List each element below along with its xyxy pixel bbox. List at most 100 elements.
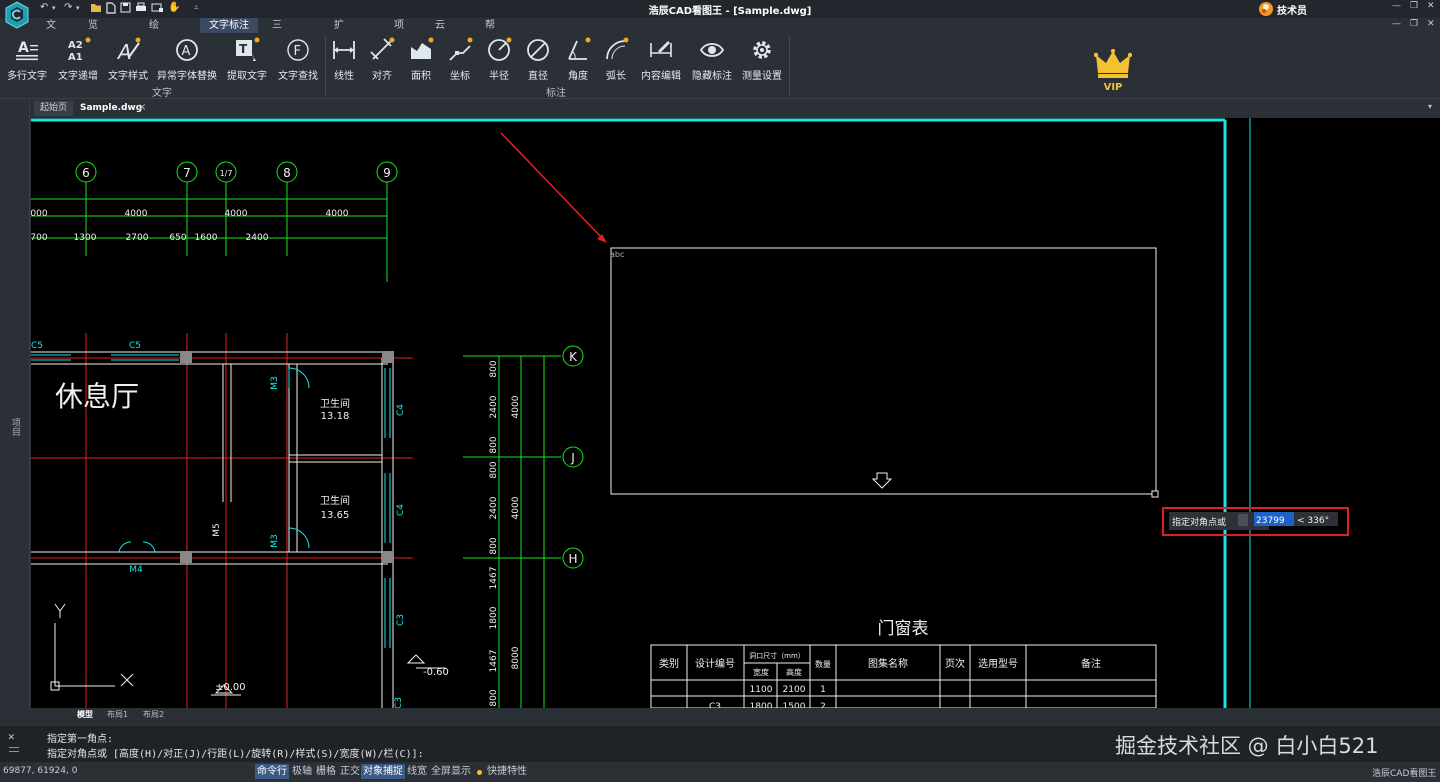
mtext-tool[interactable]: A 多行文字 (4, 35, 50, 83)
dim-text: 800 (489, 537, 499, 554)
text-style-icon: A (116, 37, 141, 63)
menu-project[interactable]: 项目 (390, 18, 408, 46)
dim-text: 2400 (489, 395, 499, 418)
title-bar: ↶ ▾ ↷ ▾ ✋ ⩡ 浩辰CAD看图王 - [Sample.dwg] 技术员 … (0, 0, 1440, 29)
watermark: 掘金技术社区 @ 白小白521 (1115, 734, 1379, 758)
dynamic-input-toggle-icon[interactable] (1238, 514, 1248, 526)
dim-text: 2400 (489, 496, 499, 519)
tab-model[interactable]: 模型 (71, 709, 99, 722)
toggle-quick-properties[interactable]: 快捷特性 (485, 764, 529, 779)
find-text-tool[interactable]: F 文字查找 (275, 35, 321, 83)
project-panel-tab[interactable]: 项目 (8, 418, 22, 436)
table-cell: 2 (820, 702, 826, 708)
menu-extend-tools[interactable]: 扩展工具 (330, 18, 348, 76)
area-tool[interactable]: 面积 (405, 35, 437, 83)
toggle-ortho[interactable]: 正交 (338, 764, 362, 779)
font-replace-tool[interactable]: A 异常字体替换 (156, 35, 218, 83)
grip-handle[interactable] (1151, 490, 1159, 498)
axis-label: K (569, 350, 578, 364)
toggle-object-snap[interactable]: 对象捕捉 (361, 764, 405, 779)
table-cell: 2100 (783, 685, 806, 695)
area-icon (411, 37, 434, 59)
axis-label: 8 (283, 166, 291, 180)
svg-text:T: T (239, 42, 248, 56)
mtext-sample-label: abc (610, 250, 624, 259)
dim-text: 1467 (489, 567, 499, 590)
toggle-lineweight[interactable]: 线宽 (405, 764, 429, 779)
dim-text: 700 (31, 233, 48, 243)
edit-content-tool[interactable]: 内容编辑 (638, 35, 684, 83)
measure-settings-tool[interactable]: 测量设置 (739, 35, 785, 83)
arc-length-icon (606, 37, 629, 60)
sub-minimize-button[interactable]: — (1392, 19, 1401, 29)
dim-text: 800 (489, 360, 499, 377)
dynamic-input-value[interactable]: 23799 (1256, 516, 1285, 526)
extract-text-tool[interactable]: T 提取文字 (224, 35, 270, 83)
toggle-polar[interactable]: 极轴 (290, 764, 314, 779)
menu-text-annotate[interactable]: 文字标注 (200, 18, 258, 33)
diameter-tool[interactable]: 直径 (522, 35, 554, 83)
command-grip-handle[interactable] (9, 747, 19, 752)
text-increment-tool[interactable]: A2 A1 文字递增 (56, 35, 100, 83)
dim-text: 1800 (489, 606, 499, 629)
command-close-button[interactable]: ✕ (8, 730, 15, 743)
menu-draw-modify[interactable]: 绘图修改 (145, 18, 163, 76)
table-header: 数量 (815, 659, 831, 669)
dim-text: 800 (489, 436, 499, 453)
mtext-boundary-frame (610, 247, 1157, 495)
flow-arrow-icon (871, 472, 893, 489)
dim-text: 4000 (125, 209, 148, 219)
dynamic-input-angle[interactable]: < 336° (1297, 516, 1329, 526)
user-avatar-icon[interactable] (1258, 1, 1274, 17)
sub-restore-button[interactable]: ❐ (1410, 19, 1418, 29)
menu-help[interactable]: 帮助 (481, 18, 499, 46)
linear-dim-tool[interactable]: 线性 (328, 35, 360, 83)
menu-view-measure[interactable]: 览图测量 (84, 18, 102, 76)
crown-icon (1093, 48, 1133, 78)
menu-file[interactable]: 文件 (42, 18, 60, 46)
table-cell: C3 (709, 702, 721, 708)
tab-close-icon[interactable]: × (138, 102, 146, 113)
angle-icon (568, 37, 591, 60)
angle-dropdown-icon[interactable]: ▾ (574, 74, 578, 82)
angle-tool[interactable]: 角度 (562, 35, 594, 83)
group-separator (789, 36, 790, 96)
tab-layout2[interactable]: 布局2 (137, 709, 170, 722)
command-line[interactable]: ✕ 指定第一角点: 指定对角点或 [高度(H)/对正(J)/行距(L)/旋转(R… (0, 726, 1440, 762)
tab-list-dropdown-icon[interactable]: ▾ (1428, 102, 1432, 111)
close-button[interactable]: ✕ (1427, 1, 1435, 11)
door-label: M4 (129, 565, 143, 575)
svg-text:A2: A2 (68, 40, 83, 51)
drawing-canvas[interactable]: 6 7 1/7 8 9 000 4000 4000 4000 700 1300 … (31, 118, 1440, 708)
toggle-command-line[interactable]: 命令行 (255, 764, 289, 779)
axis-label: J (570, 451, 575, 465)
maximize-button[interactable]: ❐ (1410, 1, 1418, 11)
user-name[interactable]: 技术员 (1277, 2, 1307, 17)
text-style-tool[interactable]: A 文字样式 (106, 35, 150, 83)
menu-3d-view[interactable]: 三维视图 (268, 18, 286, 76)
door-label: M3 (270, 534, 280, 548)
minimize-button[interactable]: — (1392, 1, 1401, 11)
toggle-grid[interactable]: 栅格 (314, 764, 338, 779)
hide-dim-tool[interactable]: 隐藏标注 (689, 35, 735, 83)
aligned-dim-tool[interactable]: 对齐 (366, 35, 398, 83)
menu-cloud-annotate[interactable]: 云批注 (431, 18, 449, 61)
tab-layout1[interactable]: 布局1 (101, 709, 134, 722)
radius-tool[interactable]: 半径 (483, 35, 515, 83)
table-header: 设计编号 (695, 657, 735, 670)
toggle-fullscreen[interactable]: 全屏显示 (429, 764, 473, 779)
dim-text: 2700 (126, 233, 149, 243)
coordinate-icon (449, 37, 473, 61)
font-replace-icon: A (176, 39, 198, 61)
coordinate-tool[interactable]: 坐标 (444, 35, 476, 83)
sub-close-button[interactable]: ✕ (1427, 19, 1435, 29)
window-label: C5 (31, 341, 43, 351)
dim-text: 1300 (74, 233, 97, 243)
vip-badge[interactable]: VIP (1093, 48, 1133, 93)
tab-start-page[interactable]: 起始页 (34, 101, 74, 116)
window-label: C5 (129, 341, 141, 351)
svg-text:A: A (116, 40, 132, 63)
quick-props-dot-icon (477, 770, 482, 775)
dim-text: 1600 (195, 233, 218, 243)
arc-length-tool[interactable]: 弧长 (600, 35, 632, 83)
